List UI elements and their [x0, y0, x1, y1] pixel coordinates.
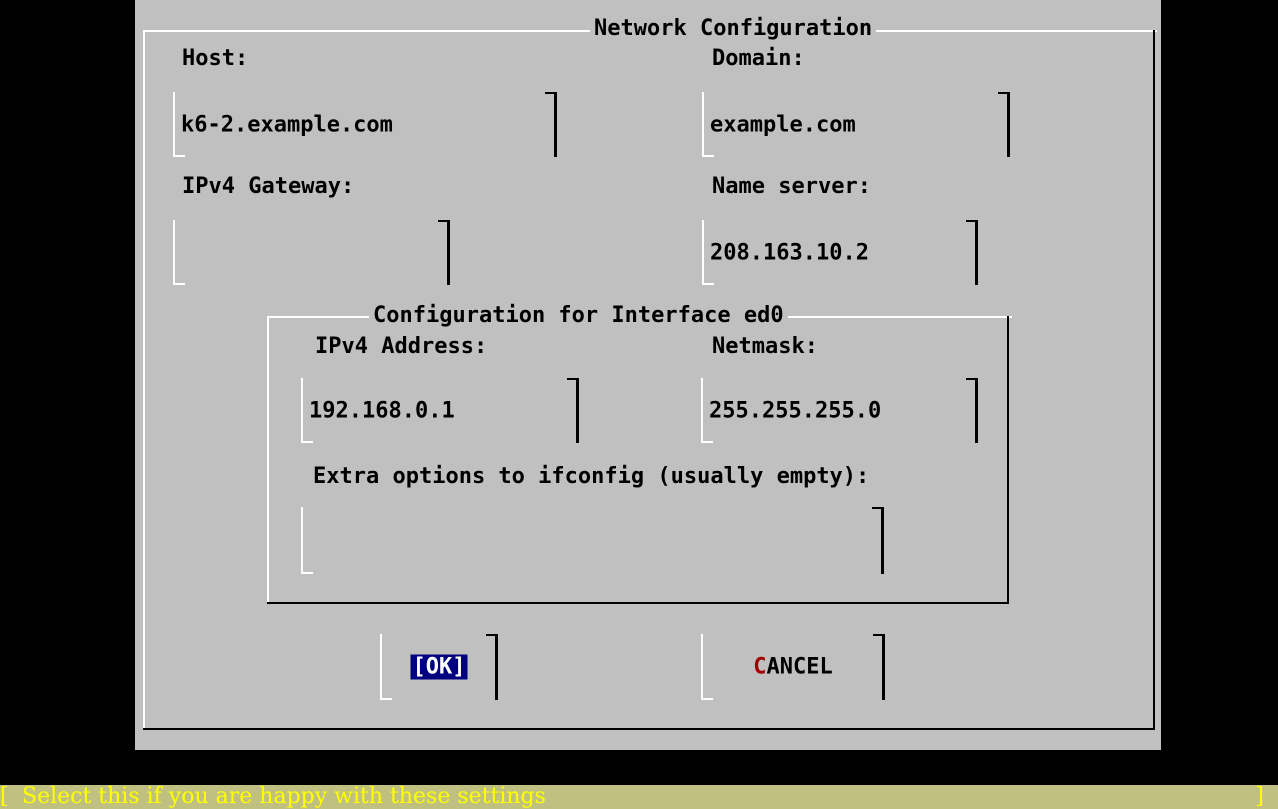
ok-button[interactable]: [OK] [380, 634, 498, 700]
ok-button-label: [OK] [410, 654, 468, 680]
outer-frame-left [143, 30, 145, 730]
status-right-bracket: ] [1255, 784, 1264, 809]
cancel-button-label: CANCEL [753, 655, 832, 680]
nameserver-label: Name server: [712, 174, 871, 199]
host-value: k6-2.example.com [181, 112, 393, 137]
status-left-bracket: [ [0, 784, 9, 809]
gateway-label: IPv4 Gateway: [182, 174, 355, 199]
extra-options-label: Extra options to ifconfig (usually empty… [313, 464, 870, 489]
cancel-button[interactable]: CANCEL [701, 634, 885, 700]
domain-label: Domain: [712, 46, 805, 71]
nameserver-value: 208.163.10.2 [710, 240, 869, 265]
gateway-field[interactable] [173, 220, 450, 285]
outer-frame-bottom [143, 728, 1155, 730]
interface-frame-right [1007, 316, 1009, 604]
status-text: Select this if you are happy with these … [22, 784, 546, 809]
host-label: Host: [182, 46, 249, 71]
nameserver-field[interactable]: 208.163.10.2 [702, 220, 978, 285]
network-configuration-dialog: Network Configuration Host: k6-2.example… [135, 0, 1161, 750]
domain-value: example.com [710, 112, 856, 137]
cancel-hotkey: C [753, 654, 767, 680]
extra-options-field[interactable] [301, 507, 884, 574]
ipv4-address-label: IPv4 Address: [315, 334, 488, 359]
netmask-label: Netmask: [712, 334, 818, 359]
host-field[interactable]: k6-2.example.com [173, 92, 557, 157]
netmask-field[interactable]: 255.255.255.0 [701, 378, 978, 443]
domain-field[interactable]: example.com [702, 92, 1010, 157]
ipv4-address-field[interactable]: 192.168.0.1 [301, 378, 579, 443]
cancel-rest: ANCEL [766, 654, 833, 680]
outer-frame-right [1153, 30, 1155, 730]
interface-frame-bottom [267, 602, 1009, 604]
dialog-title: Network Configuration [590, 16, 877, 42]
interface-frame-left [267, 316, 269, 604]
netmask-value: 255.255.255.0 [709, 398, 882, 423]
ipv4-address-value: 192.168.0.1 [309, 398, 455, 423]
interface-title: Configuration for Interface ed0 [369, 303, 788, 329]
status-bar: [ Select this if you are happy with thes… [0, 785, 1278, 809]
